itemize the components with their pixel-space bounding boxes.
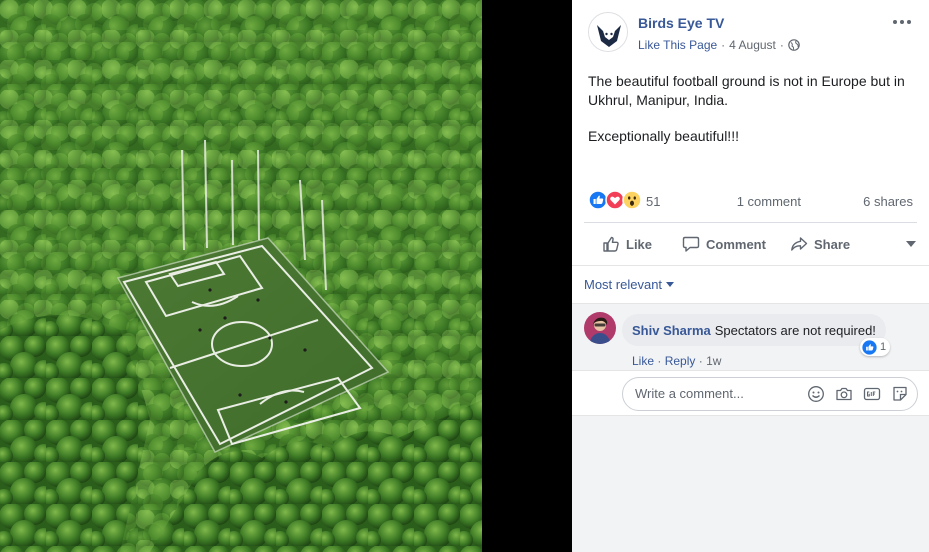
commenter-name[interactable]: Shiv Sharma xyxy=(632,323,711,338)
comment-input-box[interactable] xyxy=(622,377,918,411)
comment-time[interactable]: 1w xyxy=(706,354,721,368)
meta-separator: · xyxy=(657,354,662,368)
comment-reply-link[interactable]: Reply xyxy=(665,354,696,368)
meta-separator: · xyxy=(698,354,703,368)
comments-section: Shiv Sharma Spectators are not required!… xyxy=(572,303,929,552)
commenter-avatar[interactable] xyxy=(584,312,616,344)
share-button-label: Share xyxy=(814,236,851,252)
comment-bubble: Shiv Sharma Spectators are not required! xyxy=(622,314,886,346)
comment-reaction-count: 1 xyxy=(880,341,887,353)
meta-separator: · xyxy=(779,38,784,52)
share-button[interactable]: Share xyxy=(790,226,850,262)
comment-button-label: Comment xyxy=(706,236,766,252)
post-text: The beautiful football ground is not in … xyxy=(588,72,913,163)
forest-football-field-photo xyxy=(0,0,482,552)
like-button[interactable]: Like xyxy=(602,226,652,262)
comment-like-link[interactable]: Like xyxy=(632,354,654,368)
caret-down-icon[interactable] xyxy=(905,239,917,249)
like-page-link[interactable]: Like This Page xyxy=(638,38,717,52)
post-paragraph: Exceptionally beautiful!!! xyxy=(588,128,739,144)
thumbs-up-icon xyxy=(603,236,619,252)
like-icon xyxy=(862,339,877,355)
post-photo[interactable] xyxy=(0,0,482,552)
post-paragraph: The beautiful football ground is not in … xyxy=(588,73,905,108)
reactions-summary: 51 1 comment 6 shares xyxy=(588,190,913,212)
post-action-bar: Like Comment Share xyxy=(584,226,917,262)
comment-count[interactable]: 1 comment xyxy=(737,194,801,209)
page-avatar[interactable] xyxy=(588,12,628,52)
comment-composer xyxy=(572,370,929,416)
comment-item: Shiv Sharma Spectators are not required!… xyxy=(584,312,914,370)
comment-reaction-badge[interactable]: 1 xyxy=(860,338,891,356)
comment-sort-dropdown[interactable]: Most relevant xyxy=(584,277,675,292)
more-options-icon[interactable] xyxy=(891,16,913,28)
camera-icon[interactable] xyxy=(835,385,853,403)
comment-button[interactable]: Comment xyxy=(682,226,766,262)
caret-down-icon xyxy=(666,281,675,287)
post-header: Birds Eye TV Like This Page · 4 August · xyxy=(588,10,913,56)
wow-icon xyxy=(622,190,642,210)
composer-tools xyxy=(807,385,909,403)
divider xyxy=(572,265,929,266)
meta-separator: · xyxy=(721,38,726,52)
post-date[interactable]: 4 August xyxy=(729,38,776,52)
comment-text: Spectators are not required! xyxy=(714,322,876,338)
post-panel: Birds Eye TV Like This Page · 4 August ·… xyxy=(572,0,929,552)
photo-viewer xyxy=(0,0,572,552)
like-button-label: Like xyxy=(626,236,653,252)
post-meta: Like This Page · 4 August · xyxy=(638,38,800,52)
page-name[interactable]: Birds Eye TV xyxy=(638,15,724,31)
emoji-icon[interactable] xyxy=(807,385,825,403)
divider xyxy=(572,303,929,304)
sticker-icon[interactable] xyxy=(891,385,909,403)
share-count[interactable]: 6 shares xyxy=(863,194,913,209)
reaction-count[interactable]: 51 xyxy=(646,194,660,209)
profile-photo-icon xyxy=(584,312,616,344)
share-arrow-icon xyxy=(791,237,808,251)
comment-input[interactable] xyxy=(635,386,795,401)
sort-label: Most relevant xyxy=(584,277,663,292)
gif-icon[interactable] xyxy=(863,385,881,403)
eagle-logo-icon xyxy=(589,13,627,51)
reaction-icons[interactable] xyxy=(588,190,642,210)
divider xyxy=(584,222,917,223)
globe-icon[interactable] xyxy=(788,39,800,51)
comment-bubble-icon xyxy=(682,236,700,252)
comment-actions: Like · Reply · 1w xyxy=(632,354,721,368)
current-user-avatar xyxy=(584,376,616,408)
